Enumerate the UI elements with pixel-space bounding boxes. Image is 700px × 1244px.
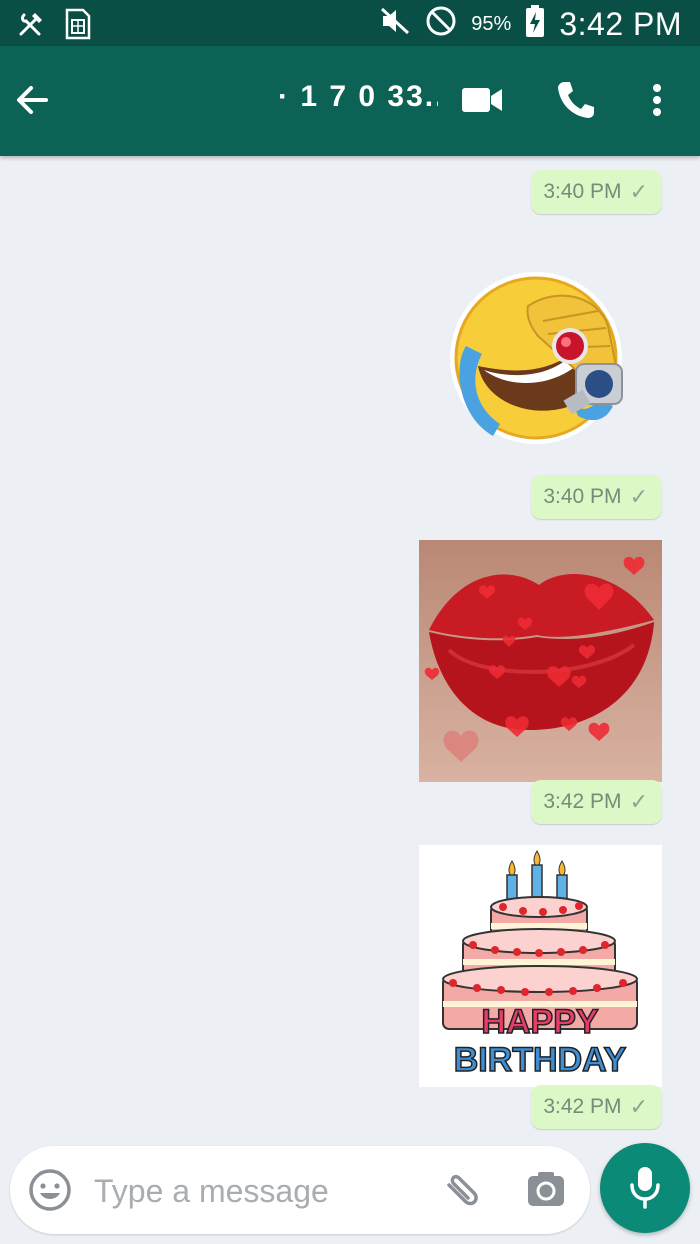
message-input[interactable] bbox=[92, 1170, 426, 1212]
message-bubble[interactable]: 3:40 PM ✓ bbox=[531, 170, 662, 214]
status-bar-left bbox=[16, 8, 92, 45]
do-not-disturb-icon bbox=[425, 5, 457, 43]
message-input-bar bbox=[10, 1146, 590, 1234]
status-bar-right: 95% 3:42 PM bbox=[379, 4, 682, 44]
mute-icon bbox=[379, 6, 411, 42]
message-time: 3:42 PM bbox=[543, 1095, 622, 1118]
chat-header: · 1 7 0 33... bbox=[0, 46, 700, 156]
status-bar: 95% 3:42 PM bbox=[0, 0, 700, 46]
more-vert-icon[interactable] bbox=[642, 80, 672, 120]
sticker-text-happy: HAPPY bbox=[481, 1003, 598, 1041]
sim-card-icon bbox=[64, 8, 92, 45]
message-time: 3:40 PM bbox=[543, 485, 622, 508]
paperclip-icon[interactable] bbox=[438, 1168, 482, 1212]
message-bubble[interactable]: 3:42 PM ✓ bbox=[531, 1085, 662, 1129]
mic-button[interactable] bbox=[600, 1143, 690, 1233]
message-time: 3:42 PM bbox=[543, 790, 622, 813]
contact-name[interactable]: · 1 7 0 33... bbox=[278, 80, 438, 114]
sent-check-icon: ✓ bbox=[629, 179, 648, 204]
message-bubble[interactable]: 3:40 PM ✓ bbox=[531, 475, 662, 519]
microphone-icon bbox=[627, 1165, 663, 1216]
red-lips-hearts-sticker[interactable] bbox=[419, 540, 662, 782]
sent-check-icon: ✓ bbox=[629, 1094, 648, 1119]
emoji-icon[interactable] bbox=[28, 1168, 72, 1212]
video-call-icon[interactable] bbox=[460, 82, 504, 118]
camera-icon[interactable] bbox=[524, 1168, 568, 1212]
sticker-text-birthday: BIRTHDAY bbox=[454, 1041, 627, 1079]
phone-icon[interactable] bbox=[554, 78, 598, 122]
sent-check-icon: ✓ bbox=[629, 484, 648, 509]
tools-icon bbox=[16, 9, 46, 44]
battery-percent: 95% bbox=[471, 12, 512, 35]
back-arrow-icon[interactable] bbox=[12, 80, 52, 120]
birthday-cake-sticker[interactable]: HAPPY BIRTHDAY bbox=[419, 845, 662, 1087]
message-time: 3:40 PM bbox=[543, 180, 622, 203]
sent-check-icon: ✓ bbox=[629, 789, 648, 814]
battery-charging-icon bbox=[525, 4, 545, 44]
status-time: 3:42 PM bbox=[559, 5, 682, 42]
laughing-emoji-sticker[interactable] bbox=[448, 266, 634, 446]
message-bubble[interactable]: 3:42 PM ✓ bbox=[531, 780, 662, 824]
